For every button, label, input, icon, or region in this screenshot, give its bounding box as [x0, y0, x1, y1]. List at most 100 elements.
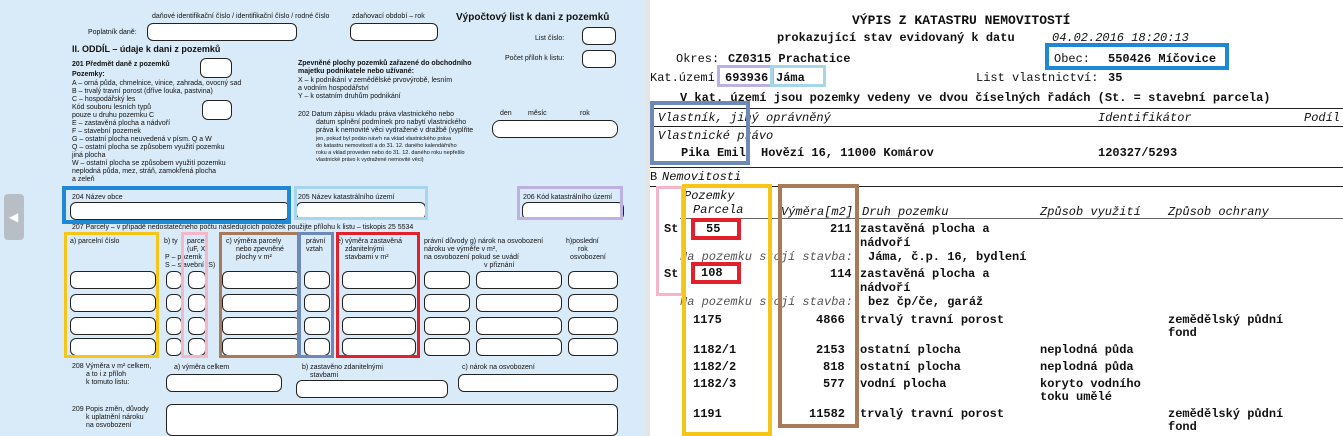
highlight-katuzemi-code [717, 65, 774, 87]
r207-label: 207 Parcely – v případě nedostatečného p… [72, 224, 414, 231]
built-total-input[interactable] [296, 380, 448, 398]
list-vlastnictvi-label: List vlastnictví: [976, 71, 1099, 85]
legend-line-1: B – trvalý travní porost (dříve louka, p… [72, 88, 213, 95]
rule-b-top [650, 167, 1343, 168]
date-input[interactable] [492, 120, 618, 138]
section-title: II. ODDÍL – údaje k dani z pozemků [72, 44, 221, 54]
parcel-row-5-ochrana-2: fond [1168, 420, 1197, 434]
col-f-label-3: v přiznání [484, 262, 515, 269]
changes-description-input[interactable] [166, 404, 618, 436]
r202-line-1: datum splnění podmínek pro nabytí vlastn… [316, 119, 467, 126]
taxpayer-label: Poplatník daně: [88, 29, 137, 36]
owner-id: 120327/5293 [1098, 146, 1178, 160]
highlight-owner [650, 101, 750, 165]
highlight-parcel-55 [691, 218, 741, 240]
parcel-row-4-vyuziti: koryto vodního [1040, 377, 1141, 391]
legend-line-10: W – ostatní plocha se způsobem využití p… [72, 160, 226, 167]
r208-line-0: 208 Výměra v m² celkem, [72, 363, 152, 370]
r201-input[interactable] [200, 58, 232, 78]
list-number-label: List číslo: [535, 35, 565, 42]
section-b-label: Nemovitosti [662, 170, 742, 184]
parcel-row-3-druh: ostatní plocha [860, 360, 961, 374]
legend-line-8: Q – ostatní plocha se způsobem využití p… [72, 144, 225, 151]
parcel-row-5-druh: trvalý travní porost [860, 407, 1005, 421]
form-header-period-label: zdaňovací období – rok [352, 13, 425, 20]
parcel-row-4-druh: vodní plocha [860, 377, 947, 391]
attachments-count-input[interactable] [582, 50, 616, 68]
col-h-label-2: osvobození [570, 254, 606, 261]
r208c-label: c) nárok na osvobození [462, 364, 535, 371]
parcel-row-4-vyuziti-2: toku umělé [1040, 390, 1113, 404]
col-zpusob-vyuziti-label: Způsob využití [1040, 205, 1141, 219]
legend-line-3: Kód souboru lesních typů [72, 104, 151, 111]
taxpayer-input[interactable] [147, 23, 297, 41]
type-input-1[interactable] [166, 271, 182, 289]
reason-input-3[interactable] [424, 317, 470, 335]
reason-input-1[interactable] [424, 271, 470, 289]
okres-label: Okres: [676, 52, 720, 66]
exempt-input-2[interactable] [476, 294, 562, 312]
r208b-line-0: b) zastavěno zdanitelnými [302, 364, 383, 371]
forest-type-input[interactable] [202, 100, 232, 120]
legend-line-5: E – zastavěná plocha a nádvoří [72, 120, 171, 127]
reason-input-4[interactable] [424, 338, 470, 356]
r208a-label: a) výměra celkem [174, 364, 230, 371]
r208-line-1: a to i z příloh [86, 371, 127, 378]
type-input-4[interactable] [166, 338, 182, 356]
year-input-1[interactable] [568, 271, 618, 289]
stavba-1-value: Jáma, č.p. 16, bydlení [868, 250, 1027, 264]
parcel-row-2-vyuziti: neplodná půda [1040, 343, 1134, 357]
type-input-3[interactable] [166, 317, 182, 335]
year-input-4[interactable] [568, 338, 618, 356]
year-input-2[interactable] [568, 294, 618, 312]
legend-line-0: A – orná půda, chmelnice, vinice, zahrad… [72, 80, 242, 87]
list-number-input[interactable] [582, 27, 616, 45]
zpevnene-line-4: Y – k ostatním druhům podnikání [298, 93, 401, 100]
identifikator-label: Identifikátor [1098, 111, 1192, 125]
prev-page-button[interactable]: ◀ [4, 194, 24, 240]
zpevnene-line-1: majetku podnikatele nebo užívané: [298, 68, 414, 75]
section-b-letter: B [650, 170, 658, 184]
highlight-parcel-108 [691, 262, 741, 284]
type-input-2[interactable] [166, 294, 182, 312]
col-h-label-1: rok [578, 246, 588, 253]
highlight-vymera-column [778, 184, 859, 428]
total-area-input[interactable] [166, 374, 282, 392]
legend-line-2: C – hospodářský les [72, 96, 136, 103]
col-zpusob-ochrany-label: Způsob ochrany [1168, 205, 1269, 219]
pozemky-label: Pozemky: [72, 71, 105, 78]
exempt-total-input[interactable] [458, 374, 618, 392]
reason-input-2[interactable] [424, 294, 470, 312]
year-input-3[interactable] [568, 317, 618, 335]
highlight-katuzemi-name [770, 65, 826, 87]
parcel-row-1-ochrana-2: fond [1168, 326, 1197, 340]
r201-label: 201 Předmět daně z pozemků [72, 61, 170, 68]
rule-a-top [650, 108, 1343, 109]
highlight-built-column [336, 232, 420, 358]
col-f-label-0: právní důvody g) nárok na osvobození [424, 238, 544, 245]
legend-line-11: neplodná půda, mez, stráň, zamokřená plo… [72, 168, 216, 175]
rule-a-bottom [650, 126, 1343, 127]
exempt-input-3[interactable] [476, 317, 562, 335]
okres-value: CZ0315 Prachatice [728, 52, 851, 66]
highlight-kind-column [181, 232, 208, 358]
r209-line-0: 209 Popis změn, důvody [72, 406, 149, 413]
parcel-row-1-druh: trvalý travní porost [860, 313, 1005, 327]
parcel-row-3-vyuziti: neplodná půda [1040, 360, 1134, 374]
legend-line-4: pouze u druhu pozemku C [72, 112, 155, 119]
highlight-cadastral-area [294, 186, 428, 220]
druh-55-b: nádvoří [860, 236, 911, 250]
rady-note: V kat. území jsou pozemky vedeny ve dvou… [680, 91, 1271, 105]
r208-line-2: k tomuto listu: [86, 379, 130, 386]
exempt-input-4[interactable] [476, 338, 562, 356]
col-b-label-1: b) ty [164, 238, 178, 245]
highlight-parcel-column [64, 232, 159, 358]
highlight-area-column [219, 232, 300, 358]
period-input[interactable] [350, 23, 438, 41]
exempt-input-1[interactable] [476, 271, 562, 289]
highlight-st-prefix [656, 186, 684, 296]
doc-title: VÝPIS Z KATASTRU NEMOVITOSTÍ [852, 13, 1071, 28]
tax-form-panel: daňové identifikační číslo / identifikač… [0, 0, 645, 436]
list-vlastnictvi-value: 35 [1108, 71, 1123, 85]
r202-line-0: 202 Datum zápisu vkladu práva vlastnické… [298, 111, 455, 118]
